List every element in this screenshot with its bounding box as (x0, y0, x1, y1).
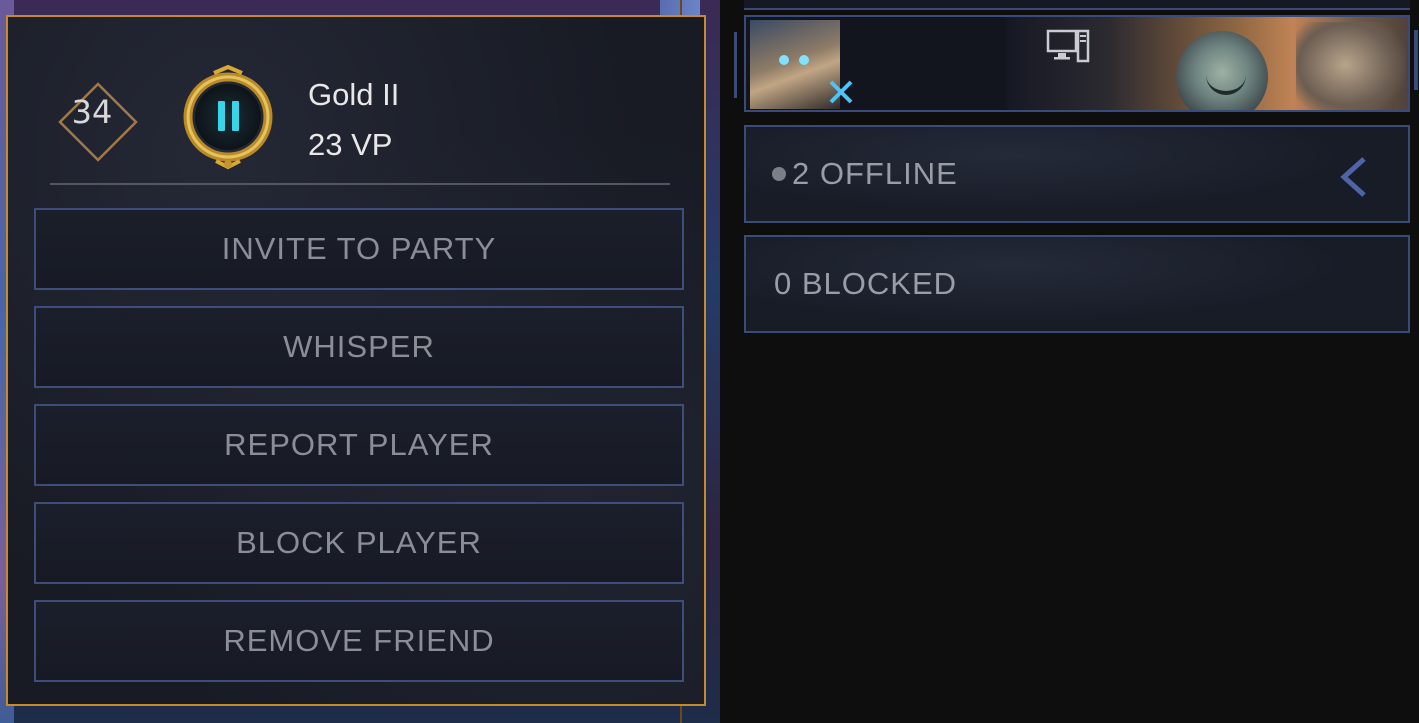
report-player-button[interactable]: REPORT PLAYER (34, 404, 684, 486)
invite-to-party-button[interactable]: INVITE TO PARTY (34, 208, 684, 290)
friends-list-top-edge (744, 0, 1410, 10)
block-player-button[interactable]: BLOCK PLAYER (34, 502, 684, 584)
scrollbar-marker (1414, 30, 1418, 90)
blocked-count-label: 0 BLOCKED (774, 266, 958, 301)
level-badge: 34 (58, 82, 138, 162)
agent-eyes-glow (779, 55, 809, 65)
rank-points: 23 VP (308, 127, 393, 162)
duelist-role-icon (829, 80, 853, 104)
rank-name: Gold II (308, 77, 400, 112)
blocked-section-toggle[interactable]: 0 BLOCKED (744, 235, 1410, 333)
player-context-popup: 34 Gold II 23 VP INVITE TO PARTY WHISPER… (6, 15, 706, 706)
divider-top (680, 0, 682, 15)
whisper-button[interactable]: WHISPER (34, 306, 684, 388)
friend-card[interactable] (744, 15, 1410, 112)
selection-marker (734, 32, 737, 98)
banner-character-two (1296, 22, 1406, 110)
player-level: 34 (71, 93, 113, 131)
remove-friend-button[interactable]: REMOVE FRIEND (34, 600, 684, 682)
pc-platform-icon (1046, 29, 1090, 63)
offline-status-dot (772, 167, 786, 181)
offline-count-label: 2 OFFLINE (792, 156, 958, 191)
offline-section-toggle[interactable]: 2 OFFLINE (744, 125, 1410, 223)
divider (50, 183, 670, 185)
divider-bottom (680, 706, 682, 723)
chevron-left-icon[interactable] (1338, 155, 1368, 199)
gold-rank-pause-icon (183, 65, 273, 170)
game-client-screen: 34 Gold II 23 VP INVITE TO PARTY WHISPER… (0, 0, 1419, 723)
